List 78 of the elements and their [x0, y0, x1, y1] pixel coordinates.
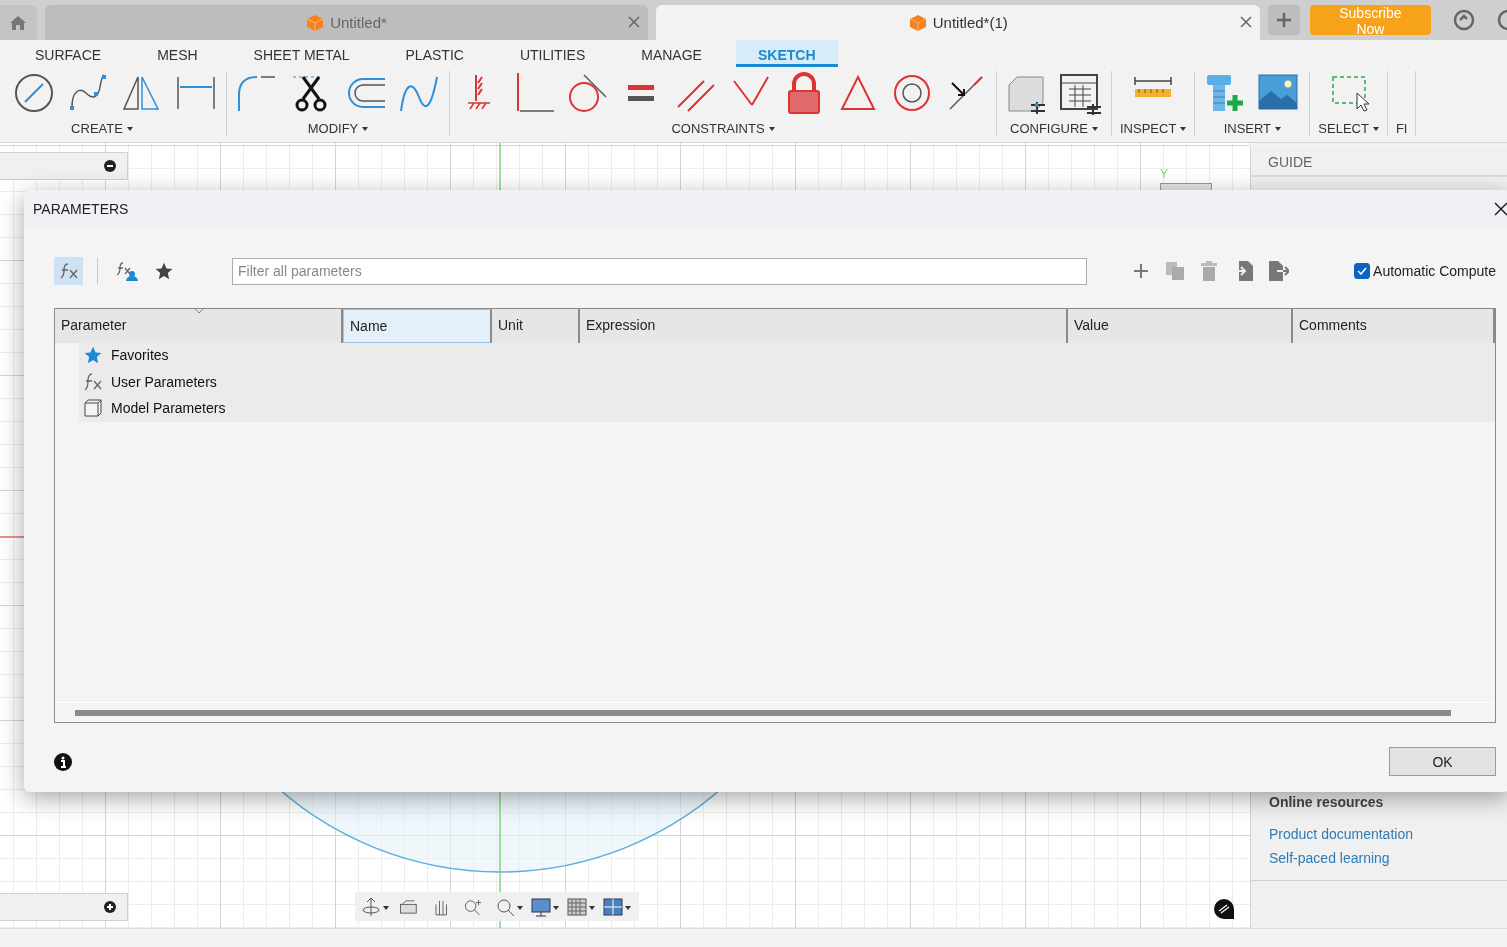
caret-icon — [1372, 126, 1379, 131]
comments-panel[interactable] — [0, 893, 128, 921]
row-label: Favorites — [111, 347, 169, 364]
caret-icon — [362, 126, 369, 131]
column-header[interactable]: Value — [1068, 309, 1293, 343]
scrollbar-thumb[interactable] — [75, 709, 1451, 716]
refresh-icon[interactable] — [1453, 9, 1475, 31]
row-label: Model Parameters — [111, 400, 226, 417]
parameter-group-row[interactable]: Favorites — [79, 342, 1495, 369]
copy-icon[interactable] — [1165, 261, 1185, 281]
dialog-title: PARAMETERS — [33, 201, 129, 217]
caret-icon — [768, 126, 775, 131]
workspace-tab[interactable]: UTILITIES — [497, 40, 608, 67]
axis-label: Y — [1160, 167, 1168, 181]
add-icon[interactable] — [1133, 263, 1149, 279]
filter-view-button[interactable] — [54, 257, 83, 285]
parameter-group-row[interactable]: User Parameters — [79, 368, 1495, 395]
viewports-icon[interactable] — [601, 895, 633, 918]
function-icon — [58, 262, 79, 280]
panel-title: GUIDE — [1251, 147, 1507, 177]
home-icon — [9, 14, 28, 31]
column-header[interactable]: Comments — [1293, 309, 1495, 343]
cube-icon — [908, 13, 927, 32]
star-icon — [83, 345, 103, 366]
table-settings-icon[interactable] — [1059, 71, 1103, 115]
import-icon[interactable] — [1233, 261, 1253, 281]
section-title: Online resources — [1269, 794, 1385, 810]
caret-icon — [1180, 126, 1187, 131]
tool-group-menu[interactable]: INSPECT — [1120, 121, 1187, 136]
close-icon[interactable] — [1494, 202, 1507, 216]
workspace-tab[interactable]: SHEET METAL — [231, 40, 372, 67]
export-icon[interactable] — [1269, 261, 1289, 281]
column-header[interactable]: Name — [343, 309, 492, 343]
tool-group-menu[interactable]: MODIFY — [307, 121, 369, 136]
tool-group-menu[interactable]: CONFIGURE — [1010, 121, 1098, 136]
caret-icon — [1275, 126, 1282, 131]
document-tab[interactable]: Untitled*(1) — [656, 5, 1261, 40]
column-header[interactable]: Unit — [492, 309, 580, 343]
parameter-group-row[interactable]: Model Parameters — [79, 395, 1495, 422]
collapse-icon[interactable] — [104, 160, 116, 172]
expand-icon[interactable] — [104, 901, 116, 913]
grid-icon[interactable] — [565, 895, 597, 918]
workspace-tab[interactable]: MESH — [135, 40, 220, 67]
column-header[interactable]: Parameter — [55, 309, 343, 343]
home-button[interactable] — [0, 5, 37, 40]
tool-group-menu[interactable]: CREATE — [71, 121, 133, 136]
workspace-tab[interactable]: MANAGE — [619, 40, 724, 67]
workspace-tab[interactable]: PLASTIC — [383, 40, 486, 67]
cube-icon — [83, 398, 103, 419]
trash-icon[interactable] — [1201, 261, 1217, 281]
ok-button[interactable]: OK — [1389, 747, 1496, 776]
workspace-tab[interactable]: SURFACE — [13, 40, 124, 67]
comment-icon[interactable] — [1214, 899, 1234, 919]
new-tab-button[interactable] — [1268, 5, 1300, 35]
caret-icon — [1092, 126, 1098, 131]
row-label: User Parameters — [111, 373, 217, 390]
browser-panel[interactable] — [0, 152, 128, 180]
column-header[interactable]: Expression — [580, 309, 1068, 343]
check-icon — [1357, 267, 1368, 275]
filter-field[interactable]: Filter all parameters — [232, 257, 1087, 285]
user-function-icon — [115, 261, 138, 281]
circle-tool-icon[interactable] — [12, 71, 56, 115]
tool-group-menu[interactable]: INSERT — [1223, 121, 1282, 136]
tab-title: Untitled*(1) — [932, 14, 1008, 31]
star-icon — [153, 261, 174, 281]
tool-group-menu[interactable]: SELECT — [1318, 121, 1379, 136]
display-icon[interactable] — [529, 895, 561, 918]
function-icon — [83, 371, 103, 392]
resource-link[interactable]: Product documentation — [1269, 826, 1489, 842]
tab-title: Untitled* — [330, 14, 387, 31]
plus-icon — [1275, 12, 1292, 28]
info-icon[interactable] — [54, 752, 72, 771]
caret-icon — [126, 126, 133, 131]
resource-link[interactable]: Self-paced learning — [1269, 850, 1489, 866]
cube-icon — [306, 13, 325, 32]
tool-group-menu[interactable]: FI — [1395, 121, 1408, 136]
checkbox[interactable] — [1354, 263, 1371, 279]
tool-group-menu[interactable]: CONSTRAINTS — [671, 121, 775, 136]
